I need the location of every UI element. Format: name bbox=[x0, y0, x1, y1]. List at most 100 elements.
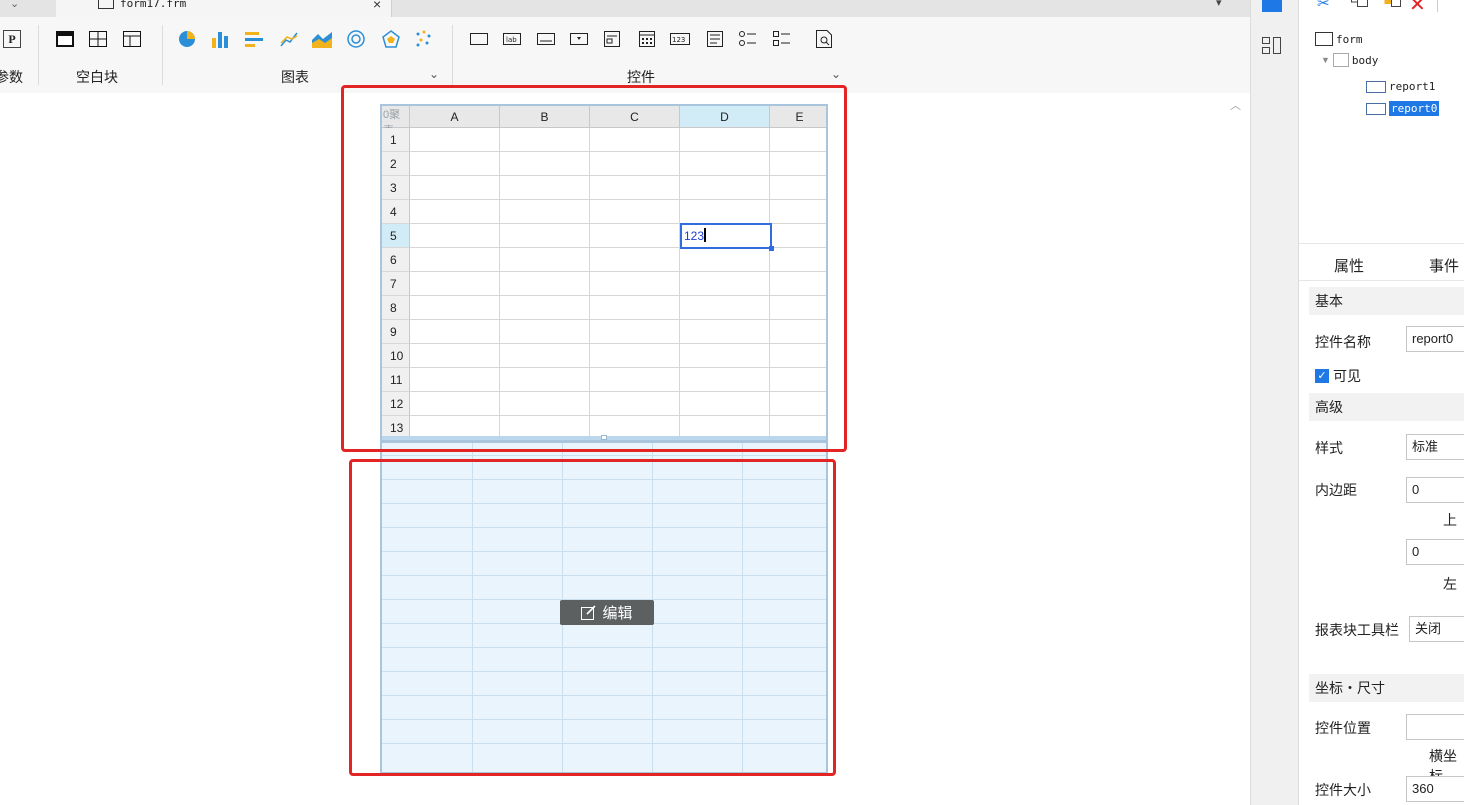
grid-line bbox=[410, 151, 826, 152]
row-header[interactable]: 8 bbox=[382, 296, 410, 320]
pie-chart-icon[interactable] bbox=[177, 29, 197, 49]
gauge-chart-icon[interactable] bbox=[381, 29, 401, 49]
body-icon bbox=[1332, 53, 1349, 67]
column-header[interactable]: C bbox=[590, 106, 680, 128]
visible-checkbox[interactable]: ✓ 可见 bbox=[1315, 366, 1361, 386]
tree-node-form[interactable]: form bbox=[1315, 32, 1363, 46]
edit-button[interactable]: 编辑 bbox=[560, 600, 654, 625]
edit-icon bbox=[581, 605, 597, 620]
toolbar-divider bbox=[1437, 0, 1438, 12]
tab-layout-icon[interactable] bbox=[122, 29, 142, 49]
collapse-arrow-icon[interactable]: ▼ bbox=[1321, 55, 1330, 65]
column-header[interactable]: A bbox=[410, 106, 500, 128]
form-file-icon bbox=[98, 0, 114, 9]
grid-line bbox=[410, 199, 826, 200]
line-chart-icon[interactable] bbox=[279, 29, 299, 49]
widget-name-input[interactable]: report0 bbox=[1406, 326, 1464, 352]
number-widget-icon[interactable]: 123 bbox=[670, 29, 690, 49]
horizontal-bar-icon[interactable] bbox=[244, 29, 264, 49]
bar-chart-icon[interactable] bbox=[210, 29, 230, 49]
close-tab-icon[interactable]: × bbox=[373, 0, 381, 12]
grid-line bbox=[410, 391, 826, 392]
style-select[interactable]: 标准 bbox=[1406, 434, 1464, 460]
resize-handle[interactable] bbox=[601, 435, 607, 440]
svg-text:lab: lab bbox=[506, 36, 517, 44]
tree-label: body bbox=[1351, 53, 1379, 67]
row-header[interactable]: 6 bbox=[382, 248, 410, 272]
widget-expand-chevron-icon[interactable]: ⌄ bbox=[831, 67, 841, 81]
tree-node-report1[interactable]: report1 bbox=[1366, 80, 1435, 93]
grid-line bbox=[382, 671, 826, 672]
column-header[interactable]: D bbox=[680, 106, 770, 128]
row-header[interactable]: 5 bbox=[382, 224, 410, 248]
textarea-widget-icon[interactable] bbox=[705, 29, 725, 49]
chart-expand-chevron-icon[interactable]: ⌄ bbox=[429, 67, 439, 81]
grid-line bbox=[382, 479, 826, 480]
tab-menu-icon[interactable]: ▾ bbox=[1216, 0, 1222, 9]
checkbox-group-widget-icon[interactable] bbox=[772, 29, 792, 49]
tab-form17[interactable]: form17.frm × bbox=[56, 0, 392, 17]
active-cell-d5[interactable]: 123 bbox=[680, 223, 774, 251]
row-header[interactable]: 7 bbox=[382, 272, 410, 296]
grid-line bbox=[382, 719, 826, 720]
column-header[interactable]: E bbox=[770, 106, 826, 128]
scatter-chart-icon[interactable] bbox=[414, 29, 434, 49]
area-chart-icon[interactable] bbox=[312, 29, 332, 49]
padding-left-caption: 左 bbox=[1443, 576, 1457, 592]
row-header[interactable]: 10 bbox=[382, 344, 410, 368]
button-widget-icon[interactable] bbox=[469, 29, 489, 49]
checkbox-checked-icon[interactable]: ✓ bbox=[1315, 369, 1329, 383]
tree-label-selected: report0 bbox=[1389, 101, 1440, 116]
section-basic[interactable]: 基本 bbox=[1309, 287, 1464, 315]
split-layout-icon[interactable] bbox=[88, 29, 108, 49]
tab-dropdown-icon[interactable]: ⌄ bbox=[10, 0, 19, 10]
text-caret bbox=[705, 228, 707, 242]
absolute-layout-icon[interactable] bbox=[55, 29, 75, 49]
widget-settings-icon[interactable] bbox=[1262, 0, 1282, 12]
section-coords[interactable]: 坐标・尺寸 bbox=[1309, 674, 1464, 702]
radar-chart-icon[interactable] bbox=[346, 29, 366, 49]
row-header[interactable]: 3 bbox=[382, 176, 410, 200]
paste-icon[interactable] bbox=[1384, 0, 1402, 11]
size-width-input[interactable]: 360 bbox=[1406, 776, 1464, 802]
delete-icon[interactable]: ✕ bbox=[1409, 0, 1426, 17]
row-header[interactable]: 4 bbox=[382, 200, 410, 224]
report1-block[interactable]: 0聚素 ABCDE 12345678910111213 123 bbox=[380, 104, 828, 442]
cut-icon[interactable]: ✂ bbox=[1317, 0, 1330, 12]
row-header[interactable]: 9 bbox=[382, 320, 410, 344]
sheet-corner[interactable]: 0聚素 bbox=[382, 106, 410, 137]
parameter-icon[interactable]: P bbox=[2, 29, 22, 49]
dropdown-widget-icon[interactable] bbox=[569, 29, 589, 49]
component-list-icon[interactable] bbox=[1262, 37, 1282, 58]
column-header[interactable]: B bbox=[500, 106, 590, 128]
ribbon-toolbar: P 参数 空白块 图表 ⌄ lab 123 控件 ⌄ bbox=[0, 17, 1250, 93]
radio-group-widget-icon[interactable] bbox=[738, 29, 758, 49]
tree-node-report0[interactable]: report0 bbox=[1366, 101, 1440, 116]
tab-events[interactable]: 事件 bbox=[1429, 255, 1459, 276]
grid-line bbox=[589, 128, 590, 440]
report0-block[interactable]: 编辑 bbox=[380, 441, 828, 774]
copy-icon[interactable] bbox=[1351, 0, 1369, 11]
toolbar-select[interactable]: 关闭 bbox=[1409, 616, 1464, 642]
row-header[interactable]: 2 bbox=[382, 152, 410, 176]
padding-top-caption: 上 bbox=[1443, 512, 1457, 528]
tab-divider bbox=[1299, 280, 1464, 281]
row-header[interactable]: 1 bbox=[382, 128, 410, 152]
row-header[interactable]: 11 bbox=[382, 368, 410, 392]
tree-node-body[interactable]: ▼ body bbox=[1321, 53, 1378, 67]
listbox-widget-icon[interactable] bbox=[602, 29, 622, 49]
grid-line bbox=[410, 295, 826, 296]
grid-line bbox=[410, 319, 826, 320]
section-advanced[interactable]: 高级 bbox=[1309, 393, 1464, 421]
scroll-up-icon[interactable]: ︿ bbox=[1230, 97, 1241, 113]
padding-top-input[interactable]: 0 bbox=[1406, 477, 1464, 503]
text-field-widget-icon[interactable] bbox=[536, 29, 556, 49]
label-widget-icon[interactable]: lab bbox=[502, 29, 522, 49]
preview-widget-icon[interactable] bbox=[814, 29, 834, 49]
tab-properties[interactable]: 属性 bbox=[1334, 255, 1364, 276]
tree-label: report1 bbox=[1389, 80, 1436, 93]
date-widget-icon[interactable] bbox=[637, 29, 657, 49]
row-header[interactable]: 12 bbox=[382, 392, 410, 416]
position-x-input[interactable] bbox=[1406, 714, 1464, 740]
padding-left-input[interactable]: 0 bbox=[1406, 539, 1464, 565]
